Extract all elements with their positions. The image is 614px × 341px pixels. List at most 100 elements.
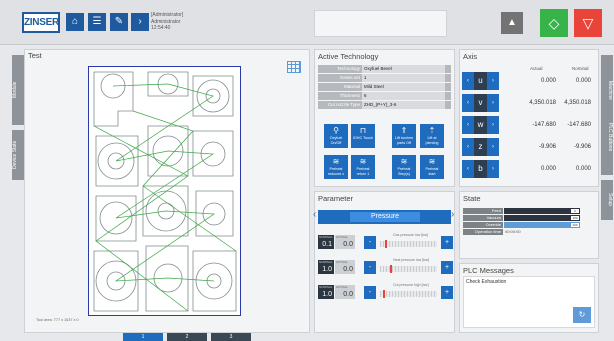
axis-plus-button[interactable]: › (487, 116, 499, 134)
decrease-button[interactable]: - (364, 286, 376, 299)
preheat-icon: ≋ (332, 157, 340, 166)
axis-minus-button[interactable]: ‹ (462, 116, 474, 134)
stop-button[interactable]: ▽ (574, 9, 602, 37)
axis-plus-button[interactable]: › (487, 160, 499, 178)
col-actual: Actual (530, 66, 543, 71)
list-icon[interactable]: ☰ (88, 13, 106, 31)
slider-marker (390, 265, 392, 273)
chevron-right-icon[interactable]: › (451, 209, 454, 220)
chevron-left-icon[interactable]: ‹ (313, 209, 316, 220)
warning-icon[interactable]: ▲ (501, 12, 523, 34)
message-box (314, 10, 447, 37)
axis-minus-button[interactable]: ‹ (462, 72, 474, 90)
plc-message[interactable]: Check Exhaustion (466, 279, 506, 285)
pressure-row: NOMINAL 0.1 ACTUAL 0.0 - Gas pressure low … (318, 233, 453, 251)
axis-plus-button[interactable]: › (487, 94, 499, 112)
part-drawing[interactable] (88, 66, 241, 316)
wrench-icon[interactable]: ✎ (110, 13, 128, 31)
axis-row-v: ‹ v › 4,350.018 4,350.018 (462, 94, 591, 112)
home-icon[interactable]: ⌂ (66, 13, 84, 31)
nominal-value: 1.0 (322, 291, 332, 298)
state-title: State (463, 194, 481, 203)
chevron-right-icon[interactable]: › (131, 13, 149, 31)
axis-nominal: 4,350.018 (564, 100, 591, 106)
tab-module[interactable]: Module (12, 55, 24, 125)
actual-box: ACTUAL 0.0 (335, 285, 355, 299)
tab-device-state[interactable]: Device State (12, 130, 24, 180)
axis-actual: -9.906 (538, 144, 556, 150)
pressure-caption: Cut pressure high [bar] (393, 283, 429, 287)
pressure-slider[interactable] (380, 290, 437, 298)
sensor-icon: ⊓ (359, 126, 367, 135)
tech-row-key: Technology (337, 66, 360, 71)
axis-minus-button[interactable]: ‹ (462, 160, 474, 178)
pressure-unit: [bar] (421, 283, 429, 287)
grid-icon[interactable] (287, 61, 301, 73)
oxyfuel-onoff-button[interactable]: ⚲ Oxyfuel On/Off (324, 124, 348, 148)
feed-label: Feed (463, 208, 503, 214)
preheat-start-button[interactable]: ≋ Preheat start (420, 155, 444, 179)
technology-title: Active Technology (318, 52, 379, 61)
override-bar: 100 (504, 222, 580, 228)
top-bar: ZINSER ⌂ ☰ ✎ › [Administrator] Administr… (0, 0, 614, 45)
increase-button[interactable]: + (441, 236, 453, 249)
piercing-icon: ⇡ (428, 126, 436, 135)
test-title: Test (28, 51, 42, 60)
axis-name: v (474, 94, 487, 112)
nominal-box: NOMINAL 0.1 (318, 235, 334, 249)
nominal-value: 1.0 (322, 266, 332, 273)
lift-torches-button[interactable]: ⇑ Lift torches parts Off (392, 124, 416, 148)
tab-plc-buttons[interactable]: PLC Buttons (601, 100, 613, 175)
slider-marker (383, 290, 385, 298)
axis-name: b (474, 160, 487, 178)
tab-setup[interactable]: Setup (601, 180, 613, 220)
axis-minus-button[interactable]: ‹ (462, 138, 474, 156)
decrease-button[interactable]: - (364, 261, 376, 274)
axis-actual: -147.680 (532, 122, 556, 128)
axis-actual: 0.000 (540, 166, 556, 172)
preheat-return-button[interactable]: ≋ Preheat return 1 (351, 155, 375, 179)
pressure-slider[interactable] (380, 265, 437, 273)
vacuum-bar: 100 (504, 215, 580, 221)
page-3[interactable]: 3 (211, 333, 251, 341)
nominal-label: NOMINAL (319, 235, 333, 239)
tech-row: Thickness 6 (318, 92, 451, 100)
pressure-caption: Gas pressure low [bar] (393, 233, 428, 237)
override-value: 100 (571, 223, 579, 227)
lift-icon: ⇑ (400, 126, 408, 135)
start-button[interactable]: ◇ (540, 9, 568, 37)
increase-button[interactable]: + (441, 261, 453, 274)
axis-actual: 0.000 (540, 78, 556, 84)
parameter-selector[interactable]: Pressure (318, 210, 451, 224)
axis-name: w (474, 116, 487, 134)
lift-at-piercing-button[interactable]: ⇡ Lift at piercing (420, 124, 444, 148)
axis-name: z (474, 138, 487, 156)
nominal-value: 0.1 (322, 241, 332, 248)
axis-plus-button[interactable]: › (487, 72, 499, 90)
preheat-steps-button[interactable]: ≋ Preheat Step(s) (392, 155, 416, 179)
vacuum-label: Vacuum (463, 215, 503, 221)
button-label: Lift at piercing (425, 136, 439, 145)
pressure-caption: Heat pressure low [bar] (393, 258, 429, 262)
refresh-icon[interactable]: ↻ (573, 307, 591, 323)
axis-actual: 4,350.018 (529, 100, 556, 106)
col-nominal: Nominal (572, 66, 589, 71)
idhc-touch-button[interactable]: ⊓ IDHC Touch (351, 124, 375, 148)
page-2[interactable]: 2 (167, 333, 207, 341)
page-1[interactable]: 1 (123, 333, 163, 341)
nominal-box: NOMINAL 1.0 (318, 285, 334, 299)
actual-box: ACTUAL 0.0 (335, 235, 355, 249)
increase-button[interactable]: + (441, 286, 453, 299)
axis-nominal: -9.906 (573, 144, 591, 150)
axis-row-z: ‹ z › -9.906 -9.906 (462, 138, 591, 156)
button-label: Preheat Step(s) (397, 167, 411, 176)
axis-minus-button[interactable]: ‹ (462, 94, 474, 112)
decrease-button[interactable]: - (364, 236, 376, 249)
pressure-slider[interactable] (380, 240, 437, 248)
tech-row-value: Mild Steel (362, 83, 445, 91)
button-label: Preheat return 1 (356, 167, 370, 176)
axis-row-w: ‹ w › -147.680 -147.680 (462, 116, 591, 134)
axis-plus-button[interactable]: › (487, 138, 499, 156)
clock-time: 12:54:40 (151, 25, 171, 31)
preheat-reduced-button[interactable]: ≋ Preheat reduced x (324, 155, 348, 179)
